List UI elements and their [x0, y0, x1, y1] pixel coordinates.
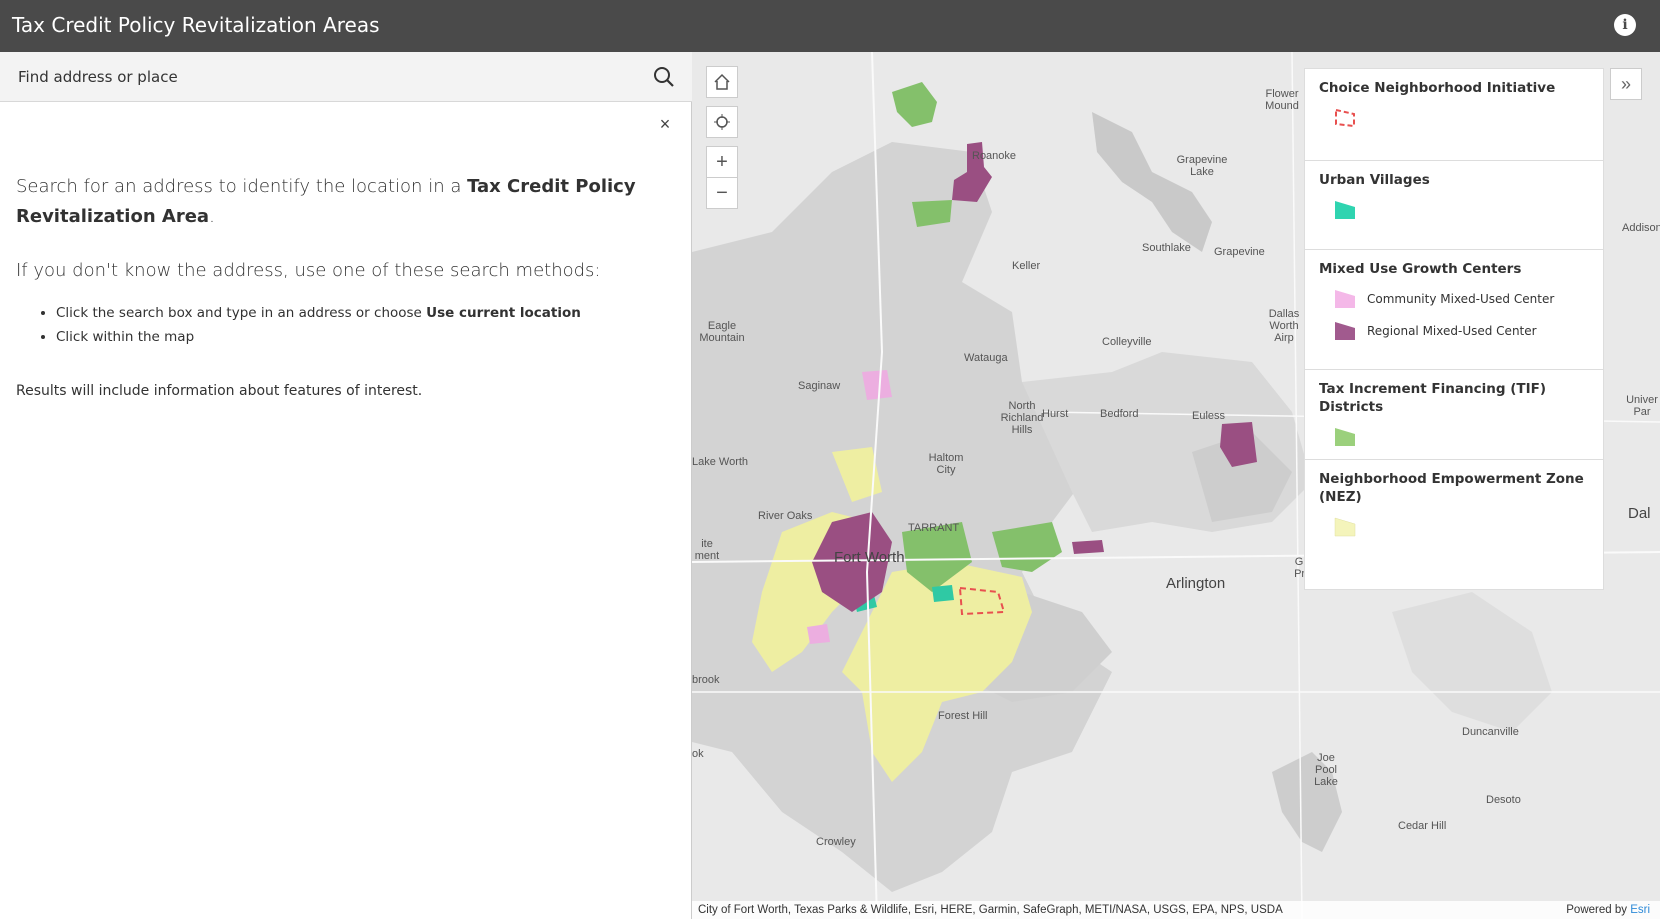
results-note: Results will include information about f…: [16, 383, 423, 399]
esri-link[interactable]: Esri: [1630, 904, 1650, 916]
intro-end: .: [209, 206, 215, 227]
legend-item: Community Mixed-Used Center: [1319, 288, 1589, 310]
map-label: ite ment: [694, 538, 720, 562]
legend-label: Community Mixed-Used Center: [1367, 292, 1555, 306]
method-item: Click the search box and type in an addr…: [56, 301, 676, 325]
app-header: Tax Credit Policy Revitalization Areas i: [0, 0, 1660, 52]
legend-section: Tax Increment Financing (TIF) Districts: [1305, 370, 1603, 460]
map-view[interactable]: + − Flower Mound Roanoke Grapevine Lake …: [692, 52, 1660, 919]
close-icon[interactable]: ×: [657, 115, 673, 133]
community-mixed-use-swatch: [1335, 290, 1355, 308]
regional-mixed-use-center: [1072, 540, 1104, 554]
map-label: Dal: [1628, 505, 1651, 522]
urban-village-swatch: [1335, 201, 1355, 219]
choice-neighborhood-swatch: [1335, 108, 1355, 128]
urban-village: [932, 585, 954, 602]
attribution-text: City of Fort Worth, Texas Parks & Wildli…: [698, 904, 1283, 916]
map-label: ok: [692, 748, 704, 760]
zoom-out-button[interactable]: −: [706, 177, 738, 209]
legend-title: Tax Increment Financing (TIF) Districts: [1319, 381, 1547, 415]
legend-section: Choice Neighborhood Initiative: [1305, 69, 1603, 161]
map-label: Southlake: [1142, 242, 1191, 254]
regional-mixed-use-swatch: [1335, 322, 1355, 340]
map-label: Lake Worth: [692, 456, 749, 468]
map-label: Eagle Mountain: [699, 320, 745, 344]
legend-section: Neighborhood Empowerment Zone (NEZ): [1305, 460, 1603, 570]
legend-expand-button[interactable]: »: [1610, 68, 1642, 100]
method-item: Click within the map: [56, 325, 676, 349]
grand-prairie-area: [1392, 592, 1552, 732]
legend-item: Regional Mixed-Used Center: [1319, 320, 1589, 342]
map-label: Univer Par: [1626, 394, 1658, 418]
search-input[interactable]: [6, 58, 636, 96]
legend-section: Urban Villages: [1305, 161, 1603, 250]
map-attribution: City of Fort Worth, Texas Parks & Wildli…: [692, 901, 1660, 919]
community-mixed-use-center: [862, 370, 892, 400]
app-title: Tax Credit Policy Revitalization Areas: [12, 13, 380, 37]
use-current-location: Use current location: [426, 305, 581, 321]
map-label: Addison: [1622, 222, 1660, 234]
map-label: Crowley: [816, 836, 856, 848]
search-icon[interactable]: [652, 65, 676, 89]
legend-title: Mixed Use Growth Centers: [1319, 261, 1522, 277]
side-panel: × Search for an address to identify the …: [0, 52, 692, 919]
method-text: Click the search box and type in an addr…: [56, 305, 427, 321]
map-label: Roanoke: [972, 150, 1017, 162]
powered-by: Powered by Esri: [1566, 901, 1650, 919]
map-label: Grapevine Lake: [1176, 154, 1228, 178]
tif-swatch: [1335, 428, 1355, 446]
locate-icon[interactable]: [706, 106, 738, 138]
map-label: Haltom City: [928, 452, 964, 476]
map-label: Keller: [1012, 260, 1041, 272]
search-bar: [0, 52, 692, 102]
legend-item: [1319, 426, 1589, 448]
nez-swatch: [1334, 517, 1356, 537]
map-label: Flower Mound: [1265, 88, 1299, 112]
map-label: Desoto: [1486, 794, 1521, 806]
map-label: Forest Hill: [938, 710, 988, 722]
map-label: Saginaw: [798, 380, 841, 392]
legend-section: Mixed Use Growth Centers Community Mixed…: [1305, 250, 1603, 370]
map-label: Watauga: [964, 352, 1008, 364]
map-label: Hurst: [1042, 408, 1069, 420]
legend-item: [1319, 199, 1589, 221]
powered-by-text: Powered by: [1566, 904, 1631, 916]
legend-panel: Choice Neighborhood Initiative Urban Vil…: [1304, 68, 1604, 590]
map-label: River Oaks: [758, 510, 813, 522]
map-label: Colleyville: [1102, 336, 1152, 348]
map-label-fort-worth: Fort Worth: [834, 549, 905, 566]
methods-heading: If you don't know the address, use one o…: [16, 260, 601, 281]
map-label: Grapevine: [1214, 246, 1265, 258]
legend-title: Urban Villages: [1319, 172, 1430, 188]
methods-list: Click the search box and type in an addr…: [56, 301, 676, 349]
app-window: Tax Credit Policy Revitalization Areas i…: [0, 0, 1660, 919]
map-label: Joe Pool Lake: [1314, 752, 1338, 788]
legend-label: Regional Mixed-Used Center: [1367, 324, 1537, 338]
fort-worth-city-area: [692, 142, 1112, 892]
map-label-arlington: Arlington: [1166, 575, 1226, 592]
map-label: Cedar Hill: [1398, 820, 1447, 832]
map-label: Dallas Worth Airp: [1268, 308, 1300, 344]
legend-item: [1319, 107, 1589, 129]
info-icon[interactable]: i: [1614, 14, 1636, 36]
map-label: Euless: [1192, 410, 1226, 422]
map-label: brook: [692, 674, 720, 686]
intro-text: Search for an address to identify the lo…: [16, 176, 468, 197]
home-icon[interactable]: [706, 66, 738, 98]
community-mixed-use-center: [807, 624, 830, 644]
map-label: TARRANT: [908, 522, 960, 534]
tif-district: [892, 82, 937, 127]
grapevine-lake: [1092, 112, 1212, 252]
map-label: Bedford: [1100, 408, 1139, 420]
legend-item: [1319, 516, 1589, 538]
map-label: Duncanville: [1462, 726, 1519, 738]
legend-title: Choice Neighborhood Initiative: [1319, 80, 1556, 96]
panel-content: Search for an address to identify the lo…: [16, 172, 676, 399]
zoom-in-button[interactable]: +: [706, 146, 738, 178]
legend-title: Neighborhood Empowerment Zone (NEZ): [1319, 471, 1584, 505]
intro-paragraph: Search for an address to identify the lo…: [16, 172, 676, 232]
